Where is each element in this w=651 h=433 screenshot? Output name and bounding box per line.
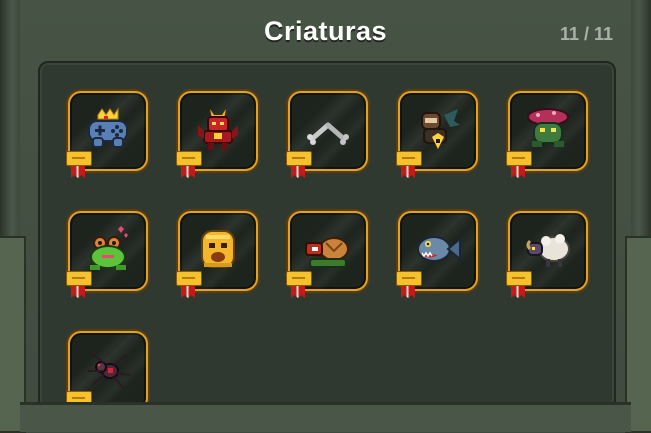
sheep-icon <box>526 234 570 267</box>
spider-icon <box>88 352 131 390</box>
piranha-icon <box>417 236 461 262</box>
gamepad-king-icon <box>88 107 128 148</box>
turtle-icon <box>305 237 349 268</box>
red-ribbon <box>181 286 195 298</box>
mushroom-toad-icon <box>527 108 569 147</box>
gold-badge <box>286 151 312 166</box>
gold-badge <box>506 271 532 286</box>
gold-badge <box>286 271 312 286</box>
gold-badge <box>176 151 202 166</box>
gold-badge <box>396 151 422 166</box>
gold-badge <box>66 151 92 166</box>
red-ribbon <box>291 166 305 178</box>
red-ribbon <box>291 286 305 298</box>
bones-icon <box>307 122 349 145</box>
demon-icon <box>198 109 238 150</box>
collection-counter: 11 / 11 <box>559 24 613 44</box>
gold-badge <box>176 271 202 286</box>
red-ribbon <box>511 166 525 178</box>
red-ribbon <box>401 166 415 178</box>
gold-badge <box>396 271 422 286</box>
red-ribbon <box>71 166 85 178</box>
gold-blob-icon <box>201 230 235 268</box>
frog-icon <box>90 226 128 270</box>
gold-badge <box>506 151 532 166</box>
red-ribbon <box>181 166 195 178</box>
page-title: Criaturas <box>263 16 388 46</box>
red-ribbon <box>401 286 415 298</box>
creature-grid-panel <box>38 61 616 410</box>
red-ribbon <box>511 286 525 298</box>
red-ribbon <box>71 286 85 298</box>
bottom-frame-bar <box>20 402 631 432</box>
gold-badge <box>66 271 92 286</box>
mole-icon <box>421 109 460 149</box>
